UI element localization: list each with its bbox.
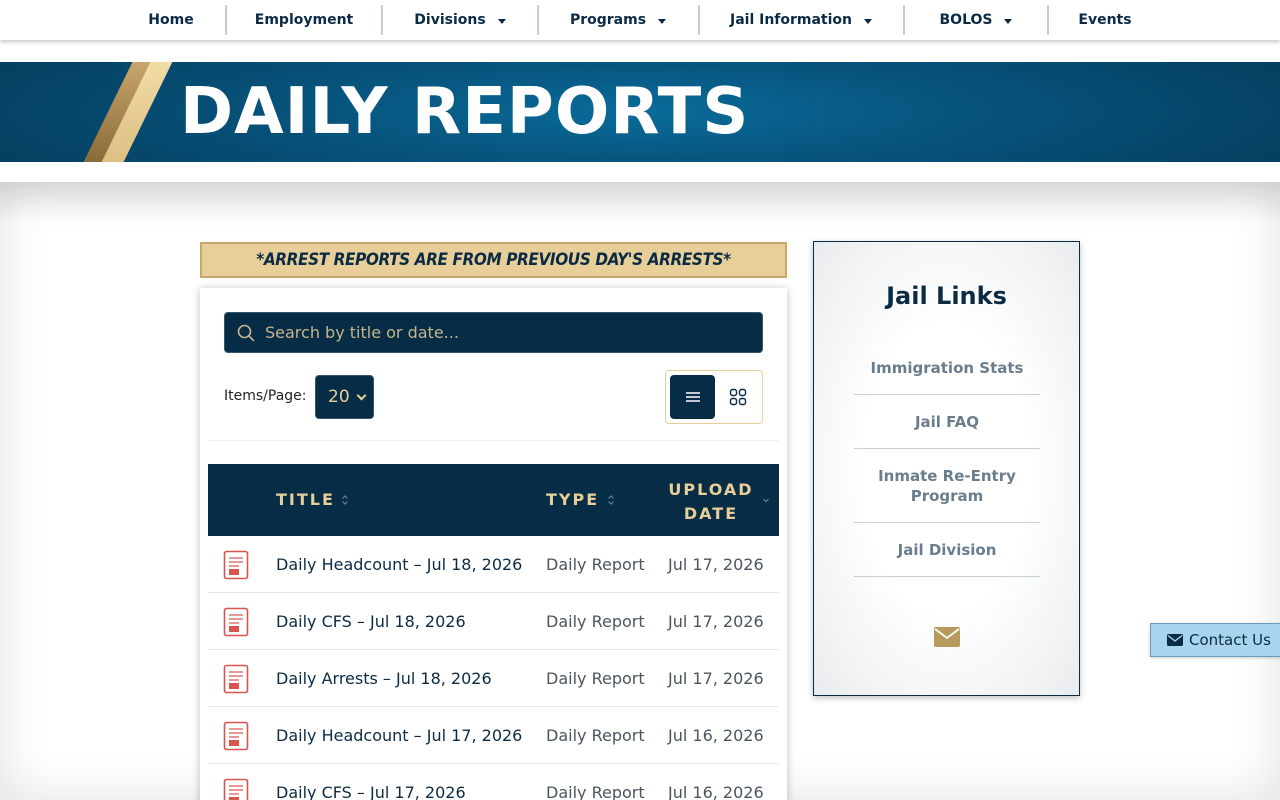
nav-employment[interactable]: Employment: [244, 0, 364, 40]
items-per-page-label: Items/Page:: [224, 388, 307, 404]
link-inmate-reentry-program[interactable]: Inmate Re-Entry Program: [854, 466, 1040, 506]
header-title-label: TITLE: [276, 490, 335, 509]
table-row[interactable]: Daily Headcount – Jul 17, 2026 Daily Rep…: [208, 707, 779, 764]
row-type: Daily Report: [546, 555, 645, 574]
sort-icon: [608, 495, 614, 505]
envelope-icon: [1167, 634, 1183, 646]
nav-divisions[interactable]: Divisions: [400, 0, 520, 40]
nav-separator: [381, 5, 383, 35]
reports-card: Items/Page: 20 TITLE: [200, 288, 787, 800]
row-title[interactable]: Daily Headcount – Jul 18, 2026: [276, 555, 522, 574]
pdf-file-icon: [223, 721, 249, 751]
nav-jail-information[interactable]: Jail Information: [716, 0, 886, 40]
sort-desc-icon: [763, 498, 769, 503]
items-per-page-select[interactable]: 20: [315, 375, 374, 419]
search-icon: [237, 324, 255, 342]
view-toggle: [665, 370, 763, 424]
grid-icon: [729, 388, 747, 406]
envelope-icon[interactable]: [934, 627, 960, 647]
table-row[interactable]: Daily CFS – Jul 17, 2026 Daily Report Ju…: [208, 764, 779, 800]
row-title[interactable]: Daily Headcount – Jul 17, 2026: [276, 726, 522, 745]
table-row[interactable]: Daily Arrests – Jul 18, 2026 Daily Repor…: [208, 650, 779, 707]
link-label: Immigration Stats: [870, 359, 1024, 377]
contact-us-label: Contact Us: [1189, 631, 1271, 649]
header-title[interactable]: TITLE: [276, 490, 335, 509]
link-label: Jail FAQ: [914, 413, 980, 431]
row-type: Daily Report: [546, 783, 645, 800]
list-view-button[interactable]: [670, 375, 715, 419]
pdf-file-icon: [223, 778, 249, 800]
row-type: Daily Report: [546, 669, 645, 688]
contact-us-button[interactable]: Contact Us: [1150, 623, 1280, 657]
nav-divisions-label: Divisions: [414, 12, 486, 28]
grid-view-button[interactable]: [718, 375, 758, 419]
link-label-line2: Program: [910, 487, 984, 505]
header-upload-date[interactable]: UPLOAD DATE: [668, 478, 754, 526]
nav-bolos[interactable]: BOLOS: [922, 0, 1030, 40]
page-banner: DAILY REPORTS: [0, 62, 1280, 162]
link-divider: [854, 448, 1040, 449]
caret-down-icon: [658, 18, 667, 24]
header-upload-date-line1: UPLOAD: [668, 480, 754, 499]
row-type: Daily Report: [546, 612, 645, 631]
banner-shadow: [0, 182, 1280, 222]
link-immigration-stats[interactable]: Immigration Stats: [854, 358, 1040, 378]
table-row[interactable]: Daily CFS – Jul 18, 2026 Daily Report Ju…: [208, 593, 779, 650]
pdf-file-icon: [223, 607, 249, 637]
nav-separator: [903, 5, 905, 35]
link-label-line1: Inmate Re-Entry: [878, 467, 1016, 485]
row-title[interactable]: Daily Arrests – Jul 18, 2026: [276, 669, 492, 688]
top-navigation: Home Employment Divisions Programs Jail …: [0, 0, 1280, 40]
nav-separator: [225, 5, 227, 35]
caret-down-icon: [864, 18, 873, 24]
row-title[interactable]: Daily CFS – Jul 18, 2026: [276, 612, 466, 631]
caret-down-icon: [1004, 18, 1013, 24]
table-header: TITLE TYPE UPLOAD DATE: [208, 464, 779, 536]
arrest-notice: *ARREST REPORTS ARE FROM PREVIOUS DAY'S …: [200, 242, 787, 278]
page-title: DAILY REPORTS: [180, 75, 750, 149]
nav-separator: [698, 5, 700, 35]
row-date: Jul 17, 2026: [668, 555, 764, 574]
jail-links-panel: Jail Links Immigration Stats Jail FAQ In…: [813, 241, 1080, 696]
header-upload-date-line2: DATE: [683, 504, 739, 523]
chevron-down-icon: [356, 390, 367, 401]
nav-events[interactable]: Events: [1066, 0, 1144, 40]
pdf-file-icon: [223, 664, 249, 694]
header-type-label: TYPE: [546, 490, 600, 509]
search-input[interactable]: [265, 313, 755, 352]
row-date: Jul 17, 2026: [668, 669, 764, 688]
sort-icon: [342, 495, 348, 505]
nav-programs[interactable]: Programs: [556, 0, 680, 40]
list-icon: [685, 392, 700, 402]
link-divider: [854, 394, 1040, 395]
nav-events-label: Events: [1078, 12, 1132, 28]
table-row[interactable]: Daily Headcount – Jul 18, 2026 Daily Rep…: [208, 536, 779, 593]
header-type[interactable]: TYPE: [546, 490, 599, 509]
nav-home[interactable]: Home: [131, 0, 211, 40]
link-divider: [854, 576, 1040, 577]
search-box: [224, 312, 763, 353]
nav-jail-information-label: Jail Information: [729, 12, 853, 28]
link-jail-faq[interactable]: Jail FAQ: [854, 412, 1040, 432]
nav-home-label: Home: [148, 12, 194, 28]
row-type: Daily Report: [546, 726, 645, 745]
row-date: Jul 17, 2026: [668, 612, 764, 631]
row-date: Jul 16, 2026: [668, 726, 764, 745]
caret-down-icon: [497, 18, 506, 24]
jail-links-title: Jail Links: [886, 282, 1007, 310]
nav-programs-label: Programs: [569, 12, 647, 28]
row-title[interactable]: Daily CFS – Jul 17, 2026: [276, 783, 466, 800]
nav-bolos-label: BOLOS: [939, 12, 993, 28]
nav-separator: [537, 5, 539, 35]
link-jail-division[interactable]: Jail Division: [854, 540, 1040, 560]
link-divider: [854, 522, 1040, 523]
nav-employment-label: Employment: [254, 12, 354, 28]
pdf-file-icon: [223, 550, 249, 580]
row-date: Jul 16, 2026: [668, 783, 764, 800]
link-label: Jail Division: [897, 541, 997, 559]
nav-separator: [1047, 5, 1049, 35]
items-per-page-value: 20: [328, 387, 350, 407]
toolbar-divider: [208, 440, 779, 441]
